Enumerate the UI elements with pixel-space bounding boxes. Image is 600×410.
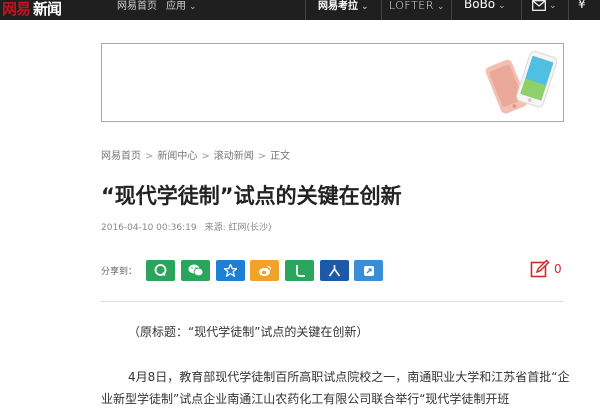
logo-netease-text: 网易 <box>2 0 31 18</box>
chevron-down-icon: ⌄ <box>189 2 197 12</box>
nav-app-label: 应用 <box>166 1 186 12</box>
breadcrumb-separator: > <box>145 151 154 162</box>
article-date: 2016-04-10 00:36:19 <box>101 223 197 233</box>
nav-bobo-label: BoBo <box>464 0 496 11</box>
chevron-down-icon: ⌄ <box>498 1 506 11</box>
currency-icon[interactable]: ¥ <box>578 0 586 11</box>
breadcrumb-separator: > <box>201 151 210 162</box>
phone-ad-image <box>485 50 558 114</box>
share-qzone-button[interactable] <box>216 260 245 281</box>
article-source[interactable]: 来源: 红网(长沙) <box>205 223 272 233</box>
nav-lofter-menu[interactable]: LOFTER ⌄ <box>389 0 445 14</box>
netease-news-logo[interactable]: 网易 新闻 <box>2 0 62 18</box>
breadcrumb-separator: > <box>257 151 267 162</box>
content-divider <box>101 301 563 302</box>
mail-icon <box>532 0 546 11</box>
advertisement-banner[interactable] <box>101 43 564 122</box>
edit-comment-icon <box>530 259 550 278</box>
breadcrumb-rolling-news[interactable]: 滚动新闻 <box>214 151 254 162</box>
nav-divider <box>305 0 306 20</box>
youdao-icon <box>363 265 374 276</box>
breadcrumb: 网易首页 > 新闻中心 > 滚动新闻 > 正文 <box>101 150 290 164</box>
nav-mail-menu[interactable]: ⌄ <box>532 0 557 13</box>
share-yixin-button[interactable] <box>285 260 314 281</box>
wechat-icon <box>188 264 203 277</box>
nav-lofter-label: LOFTER <box>389 0 434 12</box>
share-weibo-button[interactable] <box>250 260 279 281</box>
nav-kaola-label: 网易考拉 <box>318 1 358 12</box>
share-youdao-button[interactable] <box>354 260 383 281</box>
nav-divider <box>381 0 382 20</box>
nav-divider <box>521 0 522 20</box>
renren-icon <box>328 265 341 277</box>
share-qq-button[interactable] <box>146 260 175 281</box>
share-wechat-button[interactable] <box>181 260 210 281</box>
top-navigation-bar: 网易 新闻 网易首页 应用 ⌄ 网易考拉 ⌄ LOFTER ⌄ BoBo ⌄ ⌄ ¥ <box>0 0 600 20</box>
share-label: 分享到： <box>101 267 138 277</box>
article-meta: 2016-04-10 00:36:19 来源: 红网(长沙) <box>101 222 272 234</box>
share-renren-button[interactable] <box>320 260 349 281</box>
breadcrumb-current: 正文 <box>270 151 291 162</box>
nav-divider <box>451 0 452 20</box>
chevron-down-icon: ⌄ <box>549 1 557 11</box>
nav-home-link[interactable]: 网易首页 <box>117 0 157 13</box>
nav-kaola-menu[interactable]: 网易考拉 ⌄ <box>318 0 369 14</box>
article-paragraph: 4月8日，教育部现代学徒制百所高职试点院校之一，南通职业大学和江苏省首批“企业新… <box>101 370 570 406</box>
yixin-icon <box>295 265 305 277</box>
star-icon <box>224 264 237 277</box>
nav-bobo-menu[interactable]: BoBo ⌄ <box>464 0 506 13</box>
article-title: “现代学徒制”试点的关键在创新 <box>101 184 402 208</box>
qq-icon <box>154 264 167 277</box>
chevron-down-icon: ⌄ <box>436 2 445 12</box>
nav-divider <box>568 0 569 20</box>
comment-button[interactable]: 0 <box>530 259 562 279</box>
breadcrumb-home[interactable]: 网易首页 <box>101 151 141 162</box>
article-paragraph: （原标题：“现代学徒制”试点的关键在创新） <box>128 325 369 339</box>
weibo-icon <box>258 265 271 276</box>
nav-app-menu[interactable]: 应用 ⌄ <box>166 0 197 14</box>
comment-count: 0 <box>554 262 562 276</box>
breadcrumb-news-center[interactable]: 新闻中心 <box>157 151 197 162</box>
chevron-down-icon: ⌄ <box>361 2 369 12</box>
logo-news-text: 新闻 <box>33 0 62 18</box>
